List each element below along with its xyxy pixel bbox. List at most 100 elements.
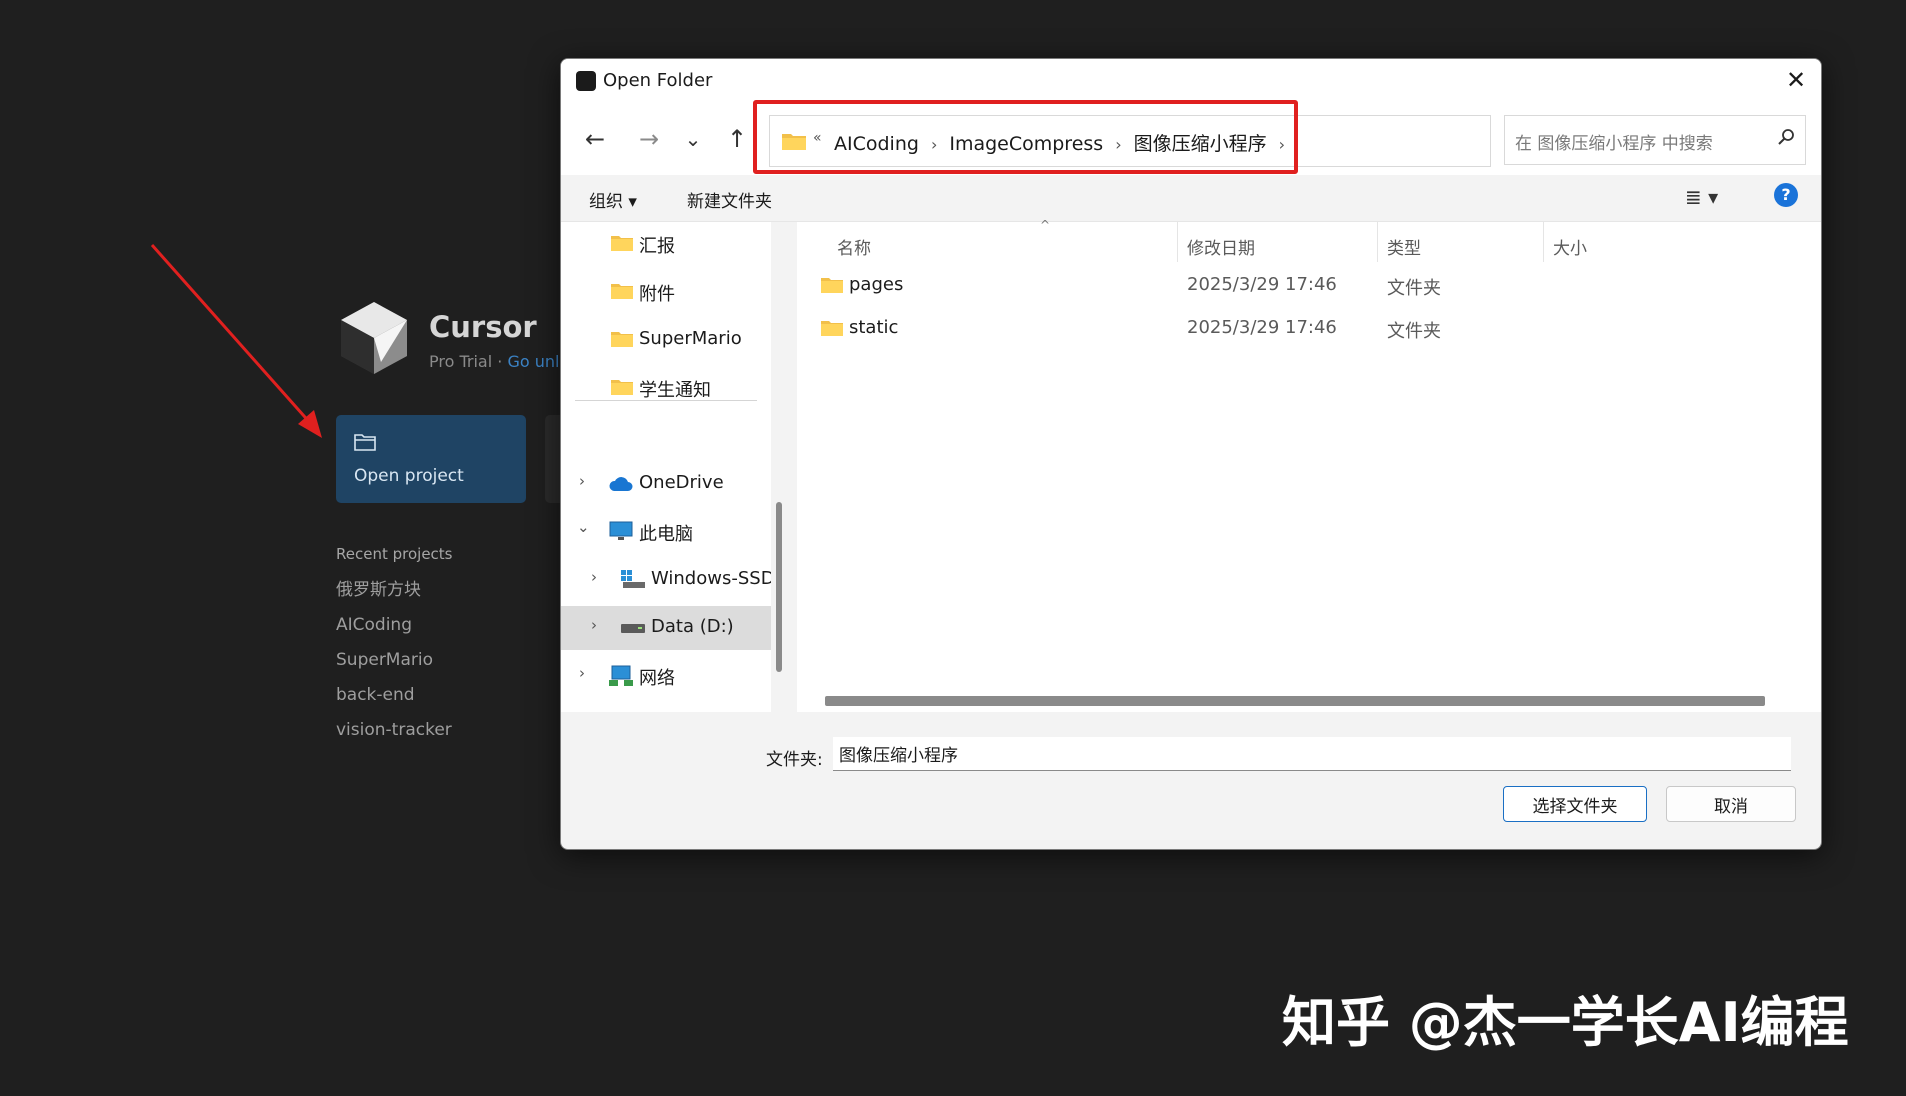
expand-chevron-icon[interactable]: › [579, 472, 585, 490]
tree-item-label: Windows-SSD [651, 568, 771, 589]
tree-item-label: 学生通知 [639, 380, 711, 401]
search-icon[interactable] [1777, 128, 1795, 151]
folder-field-label: 文件夹: [766, 750, 823, 770]
tree-item-label: OneDrive [639, 472, 724, 493]
navigation-bar: ← → ⌄ ↑ « AICoding › ImageCompress › 图像压缩小程序… [561, 103, 1821, 175]
help-icon[interactable]: ? [1774, 183, 1798, 207]
column-header-name[interactable]: 名称 [837, 234, 871, 259]
recent-project-item[interactable]: 俄罗斯方块 [336, 573, 452, 608]
app-name: Cursor [429, 310, 537, 344]
file-type: 文件夹 [1387, 278, 1441, 299]
column-header-modified[interactable]: 修改日期 [1187, 234, 1255, 259]
table-row[interactable]: pages 2025/3/29 17:46 文件夹 [797, 266, 1821, 306]
watermark: 知乎 @杰一学长AI编程 [1282, 991, 1849, 1054]
file-list: ^ 名称 修改日期 类型 大小 pages 2025/3/29 17:46 文件… [797, 218, 1821, 712]
table-row[interactable]: static 2025/3/29 17:46 文件夹 [797, 309, 1821, 349]
column-divider[interactable] [1543, 222, 1544, 262]
tree-item-label: SuperMario [639, 328, 742, 349]
hard-drive-icon [621, 624, 645, 633]
tree-item-drive-selected[interactable]: › Data (D:) [561, 606, 771, 650]
breadcrumb-separator-icon[interactable]: › [1279, 135, 1285, 154]
cursor-logo [341, 302, 407, 374]
tree-item-this-pc[interactable]: ⌄ 此电脑 [561, 510, 771, 554]
app-icon [576, 71, 596, 91]
back-arrow-icon[interactable]: ← [577, 121, 613, 157]
scrollbar-thumb[interactable] [776, 502, 782, 672]
breadcrumb-item[interactable]: AICoding [834, 133, 919, 155]
open-project-label: Open project [354, 466, 464, 486]
collapse-chevron-icon[interactable]: ⌄ [577, 518, 590, 536]
view-options-icon[interactable]: ≣ ▾ [1685, 185, 1718, 209]
breadcrumb-separator-icon[interactable]: › [931, 135, 937, 154]
folder-icon [611, 332, 633, 347]
open-project-button[interactable]: Open project [336, 415, 526, 503]
file-modified: 2025/3/29 17:46 [1187, 274, 1337, 295]
recent-locations-chevron-icon[interactable]: ⌄ [675, 121, 711, 157]
breadcrumb: AICoding › ImageCompress › 图像压缩小程序 › [834, 129, 1297, 156]
column-header-size[interactable]: 大小 [1553, 234, 1587, 259]
onedrive-cloud-icon [609, 477, 633, 491]
plan-label: Pro Trial [429, 352, 493, 371]
dialog-title: Open Folder [603, 70, 713, 91]
tree-item-drive[interactable]: › Windows-SSD [561, 558, 771, 602]
network-icon [609, 665, 633, 686]
tree-item-network[interactable]: › 网络 [561, 654, 771, 698]
tree-item-quick-access[interactable]: 附件 [561, 270, 771, 314]
open-folder-dialog: Open Folder ✕ ← → ⌄ ↑ « AICoding › ImageCo… [560, 58, 1822, 850]
file-modified: 2025/3/29 17:46 [1187, 317, 1337, 338]
forward-arrow-icon[interactable]: → [631, 121, 667, 157]
dialog-titlebar: Open Folder ✕ [561, 59, 1821, 103]
new-folder-button[interactable]: 新建文件夹 [687, 187, 772, 212]
recent-projects-list: 俄罗斯方块 AICoding SuperMario back-end visio… [336, 573, 452, 748]
file-type: 文件夹 [1387, 321, 1441, 342]
close-button[interactable]: ✕ [1771, 59, 1821, 103]
recent-project-item[interactable]: SuperMario [336, 643, 452, 678]
column-divider[interactable] [1377, 222, 1378, 262]
search-placeholder: 在 图像压缩小程序 中搜索 [1515, 134, 1713, 154]
breadcrumb-separator-icon[interactable]: › [1115, 135, 1121, 154]
search-box[interactable]: 在 图像压缩小程序 中搜索 [1504, 115, 1806, 165]
breadcrumb-item[interactable]: 图像压缩小程序 [1134, 133, 1267, 155]
tree-item-label: 汇报 [639, 236, 675, 257]
folder-name-input[interactable] [833, 737, 1791, 771]
computer-monitor-icon [609, 521, 633, 540]
folder-icon [782, 134, 806, 150]
organize-menu[interactable]: 组织 ▾ [589, 187, 637, 212]
address-bar[interactable]: « AICoding › ImageCompress › 图像压缩小程序 › [769, 115, 1670, 167]
tree-item-label: 附件 [639, 284, 675, 305]
expand-chevron-icon[interactable]: › [591, 616, 597, 634]
column-divider[interactable] [1177, 222, 1178, 262]
tree-item-quick-access[interactable]: 学生通知 [561, 366, 771, 410]
tree-item-onedrive[interactable]: › OneDrive [561, 462, 771, 506]
tree-item-label: Data (D:) [651, 616, 734, 637]
plan-separator: · [497, 352, 503, 371]
folder-icon [611, 236, 633, 251]
navigation-scrollbar[interactable] [773, 222, 785, 712]
navigation-pane: 汇报 附件 SuperMario 学生通知 › OneDrive ⌄ 此电脑 › [561, 222, 771, 712]
file-name: static [849, 317, 899, 338]
folder-icon [611, 380, 633, 395]
sort-caret-icon: ^ [1040, 218, 1051, 232]
expand-chevron-icon[interactable]: › [591, 568, 597, 586]
horizontal-scrollbar[interactable] [825, 696, 1765, 706]
folder-icon [354, 434, 376, 451]
expand-chevron-icon[interactable]: › [579, 664, 585, 682]
up-arrow-icon[interactable]: ↑ [719, 121, 755, 157]
breadcrumb-overflow-icon[interactable]: « [813, 130, 822, 146]
tree-item-label: 此电脑 [639, 524, 693, 545]
recent-projects-title: Recent projects [336, 545, 453, 563]
tree-item-quick-access[interactable]: SuperMario [561, 318, 771, 362]
folder-icon [821, 278, 843, 293]
recent-project-item[interactable]: back-end [336, 678, 452, 713]
windows-drive-icon [621, 570, 645, 588]
breadcrumb-item[interactable]: ImageCompress [949, 133, 1103, 155]
recent-project-item[interactable]: AICoding [336, 608, 452, 643]
column-header-type[interactable]: 类型 [1387, 234, 1421, 259]
plan-line: Pro Trial · Go unl [429, 352, 559, 371]
cancel-button[interactable]: 取消 [1666, 786, 1796, 822]
file-name: pages [849, 274, 904, 295]
select-folder-button[interactable]: 选择文件夹 [1503, 786, 1647, 822]
recent-project-item[interactable]: vision-tracker [336, 713, 452, 748]
tree-item-quick-access[interactable]: 汇报 [561, 222, 771, 266]
upgrade-link[interactable]: Go unl [507, 352, 559, 371]
